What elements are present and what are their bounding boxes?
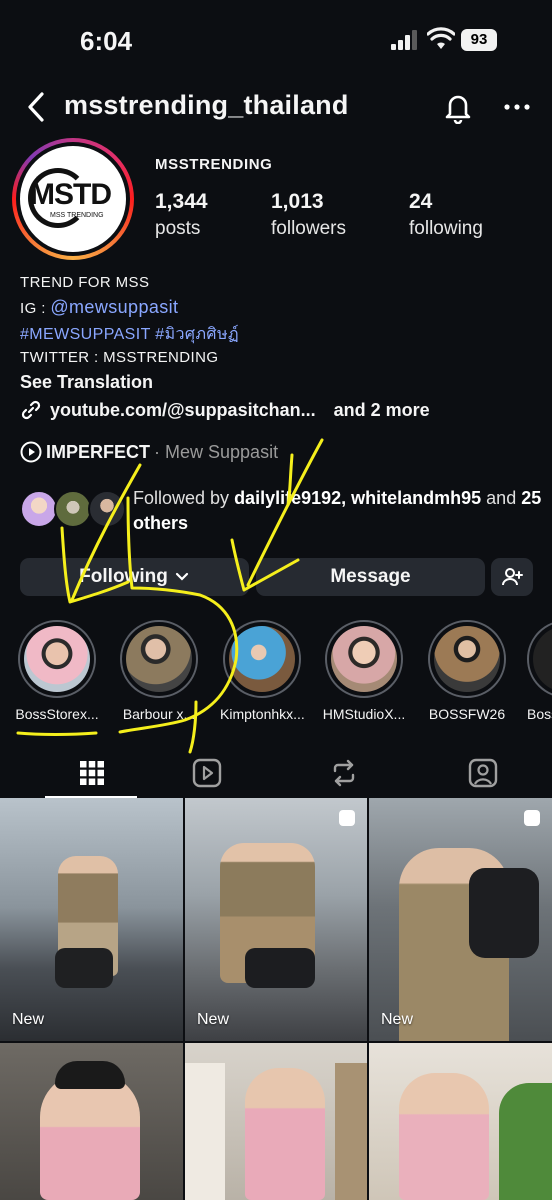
follower-avatar	[54, 490, 92, 528]
link-icon	[21, 400, 41, 420]
followed-by-and: and	[481, 488, 522, 508]
following-button-label: Following	[79, 566, 168, 587]
highlight-label: HMStudioX...	[322, 706, 406, 722]
status-bar: 6:04 93	[0, 0, 552, 84]
posts-count-value: 1,344	[155, 190, 208, 213]
avatar-logo-text: MSTD	[30, 178, 112, 211]
following-count-value: 24	[409, 190, 433, 213]
profile-avatar[interactable]: MSTD MSS TRENDING	[12, 138, 134, 260]
followed-by-names: dailylife9192, whitelandmh95	[234, 488, 482, 508]
highlight-label: Kimptonhkx...	[220, 706, 304, 722]
profile-music[interactable]: IMPERFECT · Mew Suppasit	[20, 440, 278, 464]
bio-ig-line: IG : @mewsuppasit	[20, 297, 178, 318]
battery-indicator: 93	[461, 29, 497, 51]
message-button-label: Message	[330, 566, 411, 587]
add-person-icon	[502, 568, 523, 586]
profile-username: msstrending_thailand	[64, 90, 349, 120]
reels-icon	[192, 758, 222, 788]
highlight-label: Barbour x...	[122, 706, 196, 722]
tagged-icon	[468, 758, 498, 788]
story-highlight[interactable]: BossStorex...	[15, 620, 99, 722]
play-circle-icon	[20, 441, 42, 463]
bio-line-1: TREND FOR MSS	[20, 274, 150, 291]
profile-tabs	[0, 748, 552, 798]
following-count[interactable]: 24 following	[409, 190, 483, 240]
profile-header: msstrending_thailand	[0, 84, 552, 134]
post-thumbnail[interactable]: New	[185, 798, 367, 1041]
story-highlight[interactable]: HMStudioX...	[322, 620, 406, 722]
highlight-label: Boss	[527, 706, 552, 722]
see-translation-button[interactable]: See Translation	[20, 372, 153, 393]
wifi-icon	[427, 27, 455, 49]
bio-hashtags[interactable]: #MEWSUPPASIT #มิวศุภศิษฏ์	[20, 322, 239, 347]
posts-grid: New New New	[0, 798, 552, 1200]
highlight-label: BOSSFW26	[428, 706, 506, 722]
reposts-icon	[333, 759, 355, 787]
story-highlight[interactable]: Kimptonhkx...	[220, 620, 304, 722]
post-new-badge: New	[12, 1011, 45, 1028]
post-thumbnail[interactable]	[185, 1043, 367, 1200]
cellular-signal-icon	[391, 30, 417, 50]
followed-by-text[interactable]: Followed by dailylife9192, whitelandmh95…	[133, 486, 543, 536]
following-count-label: following	[409, 218, 483, 239]
post-thumbnail[interactable]: New	[0, 798, 183, 1041]
followers-count[interactable]: 1,013 followers	[271, 190, 346, 240]
followers-count-value: 1,013	[271, 190, 324, 213]
followed-by-prefix: Followed by	[133, 488, 235, 508]
music-title: IMPERFECT	[46, 441, 151, 462]
highlight-label: BossStorex...	[15, 706, 99, 722]
post-new-badge: New	[381, 1011, 414, 1028]
bio-link-text: youtube.com/@suppasitchan...	[50, 399, 316, 420]
story-highlight[interactable]: Boss	[527, 620, 552, 722]
back-icon[interactable]	[22, 90, 50, 124]
chevron-down-icon	[175, 572, 188, 581]
suggest-people-button[interactable]	[491, 558, 533, 596]
followed-by-avatars[interactable]	[20, 490, 130, 530]
posts-count[interactable]: 1,344 posts	[155, 190, 208, 240]
story-highlight[interactable]: BOSSFW26	[425, 620, 509, 722]
bio-ig-prefix: IG :	[20, 300, 51, 317]
post-new-badge: New	[197, 1011, 230, 1028]
carousel-icon	[524, 810, 540, 826]
followers-count-label: followers	[271, 218, 346, 239]
following-button[interactable]: Following	[20, 558, 249, 596]
profile-display-name: MSSTRENDING	[155, 156, 273, 173]
follower-avatar	[20, 490, 58, 528]
avatar-logo-subtext: MSS TRENDING	[50, 212, 104, 219]
grid-icon	[80, 761, 104, 785]
bio-twitter-line: TWITTER : MSSTRENDING	[20, 349, 219, 366]
music-artist: · Mew Suppasit	[154, 441, 279, 462]
notification-bell-icon[interactable]	[442, 90, 474, 124]
bio-link-more: and 2 more	[333, 399, 430, 420]
post-thumbnail[interactable]	[0, 1043, 183, 1200]
post-thumbnail[interactable]	[369, 1043, 552, 1200]
carousel-icon	[339, 810, 355, 826]
bio-ig-handle-link[interactable]: @mewsuppasit	[50, 297, 178, 317]
tab-tagged[interactable]	[391, 748, 552, 798]
status-time: 6:04	[80, 26, 133, 56]
posts-count-label: posts	[155, 218, 201, 239]
bio-external-link[interactable]: youtube.com/@suppasitchan... and 2 more	[20, 398, 430, 422]
story-highlight[interactable]: Barbour x...	[117, 620, 201, 722]
message-button[interactable]: Message	[256, 558, 485, 596]
more-options-icon[interactable]	[500, 92, 534, 122]
follower-avatar	[88, 490, 126, 528]
post-thumbnail[interactable]: New	[369, 798, 552, 1041]
